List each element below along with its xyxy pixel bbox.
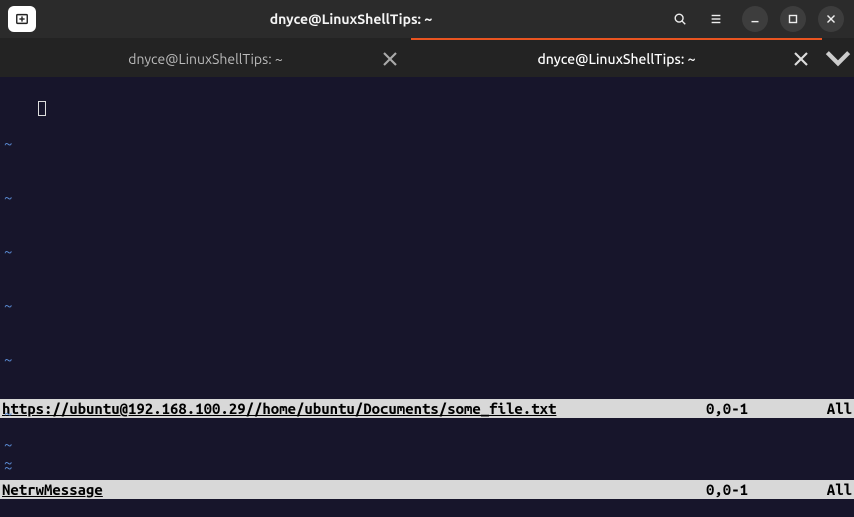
status-scroll-pct: All [816,399,852,418]
terminal-output[interactable]: ~ ~ ~ ~ ~ ~ ~ ~ ~ ~ ~ ~ ~ ~ ~ ~ https://… [0,77,854,517]
status-file-path: https://ubuntu@192.168.100.29//home/ubun… [2,399,556,418]
tilde-line: ~ [4,351,54,369]
status-cursor-pos: 0,0-1 [706,480,816,499]
vim-status-bar-top: https://ubuntu@192.168.100.29//home/ubun… [0,399,854,418]
tab-label: dnyce@LinuxShellTips: ~ [0,51,411,67]
vim-pane-top[interactable]: ~ ~ ~ ~ ~ ~ ~ ~ ~ ~ ~ ~ ~ ~ ~ ~ [0,77,854,399]
minimize-button[interactable] [742,6,768,32]
close-tab-icon[interactable] [381,50,399,68]
tilde-line: ~ [4,405,54,423]
close-window-button[interactable] [818,6,844,32]
tab-label: dnyce@LinuxShellTips: ~ [411,51,822,67]
status-scroll-pct: All [816,480,852,499]
tilde-line: ~ [4,513,54,517]
tilde-line: ~ [4,135,54,153]
hamburger-menu-button[interactable] [702,5,730,33]
tilde-line: ~ [4,459,54,477]
vim-status-bar-bottom: NetrwMessage 0,0-1 All [0,480,854,499]
tilde-line: ~ [4,454,854,472]
terminal-tab-1[interactable]: dnyce@LinuxShellTips: ~ [0,38,411,77]
tilde-line: ~ [4,189,54,207]
close-tab-icon[interactable] [792,50,810,68]
window-title: dnyce@LinuxShellTips: ~ [270,11,432,27]
status-cursor-pos: 0,0-1 [706,399,816,418]
vim-empty-lines: ~ ~ ~ ~ ~ ~ ~ ~ ~ ~ ~ ~ ~ ~ ~ ~ [4,99,54,517]
vim-pane-bottom[interactable]: ~ ~ [0,418,854,480]
terminal-tab-2[interactable]: dnyce@LinuxShellTips: ~ [411,38,822,77]
tilde-line: ~ [4,436,854,454]
tab-dropdown-button[interactable] [822,38,854,77]
new-tab-button[interactable] [8,6,36,32]
window-titlebar: dnyce@LinuxShellTips: ~ [0,0,854,38]
tab-strip: dnyce@LinuxShellTips: ~ dnyce@LinuxShell… [0,38,854,77]
maximize-button[interactable] [780,6,806,32]
tilde-line: ~ [4,243,54,261]
vim-command-line[interactable] [0,499,854,517]
search-button[interactable] [666,5,694,33]
tilde-line: ~ [4,297,54,315]
